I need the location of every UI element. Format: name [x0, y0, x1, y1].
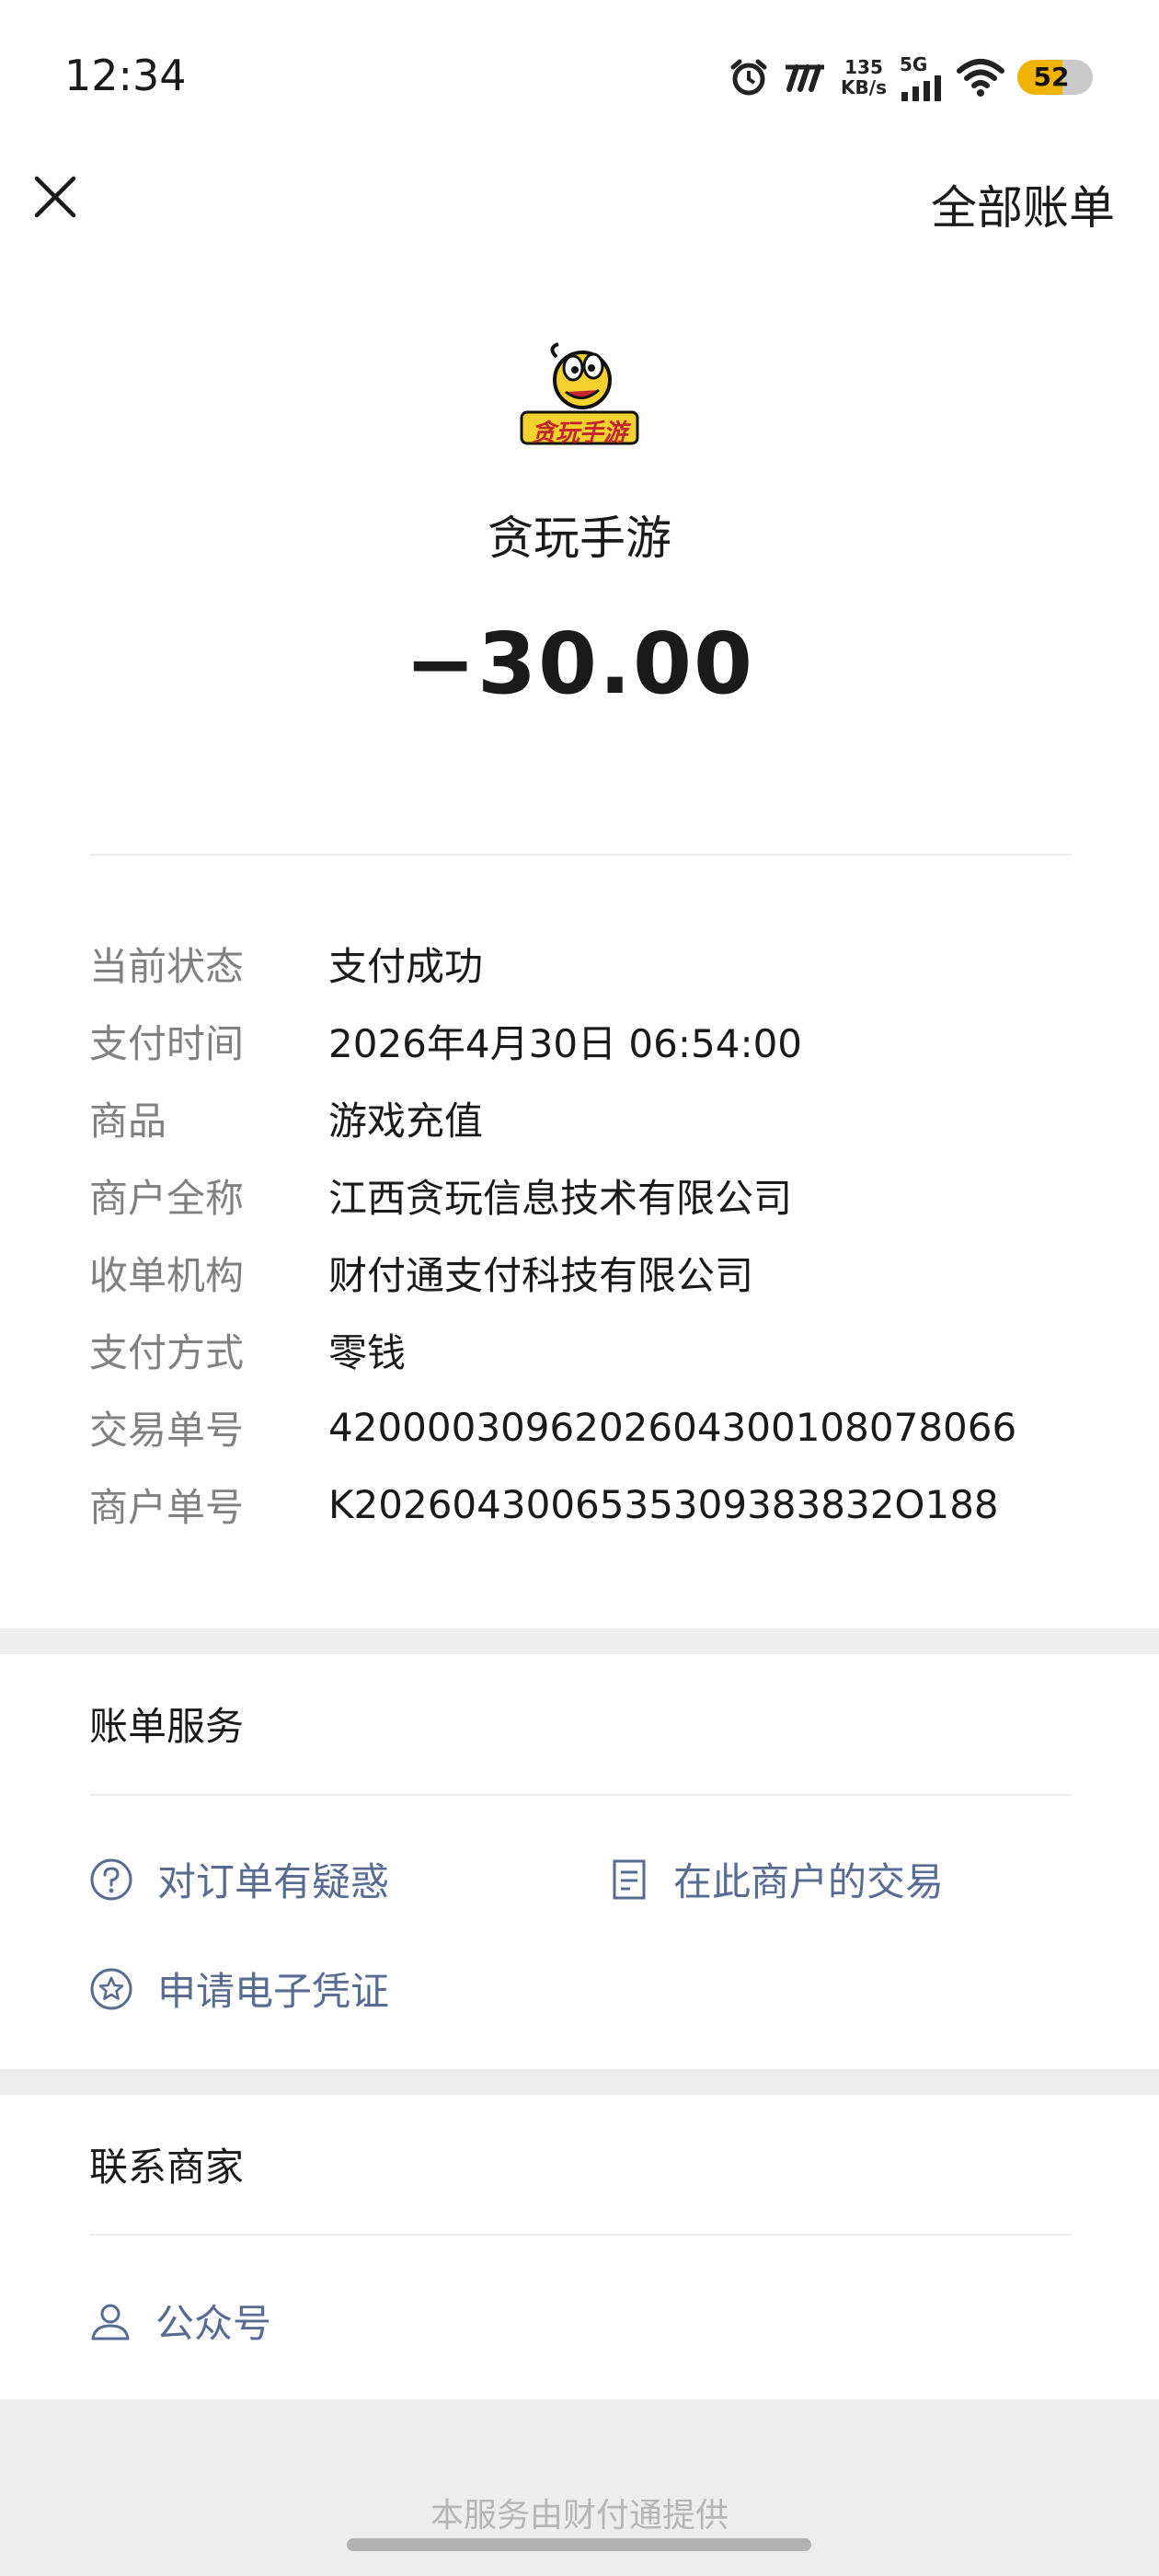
detail-value: 2026年4月30日 06:54:00: [328, 1020, 803, 1066]
divider: [89, 2234, 1072, 2236]
detail-label: 当前状态: [89, 943, 245, 989]
all-bills-link[interactable]: 全部账单: [931, 171, 1115, 237]
cellular-signal-icon: [901, 75, 941, 101]
battery-icon: 52: [1017, 60, 1093, 95]
e-receipt-label: 申请电子凭证: [157, 1969, 390, 2014]
detail-row-merchant-order-id: 商户单号 K2026043006535309383832O188: [89, 1466, 1101, 1543]
merchant-logo-text: 贪玩手游: [531, 420, 627, 447]
transaction-details: 当前状态 支付成功 支付时间 2026年4月30日 06:54:00 商品 游戏…: [89, 925, 1101, 1543]
status-time: 12:34: [64, 51, 187, 100]
section-separator: [0, 1628, 1159, 1654]
official-account-label: 公众号: [155, 2301, 272, 2346]
net-speed-unit: KB/s: [841, 76, 887, 98]
merchant-name: 贪玩手游: [488, 512, 671, 565]
e-receipt-link[interactable]: 申请电子凭证: [89, 1961, 389, 2017]
merchant-transactions-label: 在此商户的交易: [673, 1859, 945, 1904]
bill-service-title: 账单服务: [89, 1704, 245, 1749]
home-indicator[interactable]: [347, 2538, 811, 2551]
detail-label: 支付方式: [89, 1329, 245, 1375]
section-separator: [0, 2069, 1159, 2095]
person-icon: [91, 2304, 130, 2340]
detail-label: 商户单号: [89, 1484, 245, 1530]
detail-value: 4200003096202604300108078066: [328, 1404, 1017, 1450]
status-bar: 12:34 135 KB/s 5G 52: [0, 0, 1159, 156]
alarm-icon: [730, 59, 767, 96]
cellular-group: 5G: [900, 53, 944, 101]
close-icon[interactable]: [31, 173, 79, 221]
detail-row-transaction-id: 交易单号 4200003096202604300108078066: [89, 1388, 1101, 1466]
detail-label: 商品: [89, 1098, 167, 1144]
detail-label: 商户全称: [89, 1175, 245, 1221]
detail-value: 游戏充值: [328, 1098, 484, 1144]
detail-label: 交易单号: [89, 1407, 245, 1453]
detail-value: 支付成功: [328, 943, 484, 989]
question-circle-icon: [90, 1858, 132, 1900]
detail-label: 支付时间: [89, 1020, 245, 1066]
detail-row-product: 商品 游戏充值: [89, 1079, 1101, 1156]
detail-label: 收单机构: [89, 1252, 245, 1298]
net-speed: 135 KB/s: [841, 57, 887, 98]
detail-row-pay-method: 支付方式 零钱: [89, 1311, 1101, 1388]
official-account-link[interactable]: 公众号: [89, 2293, 271, 2349]
wifi-icon: [957, 59, 1004, 97]
network-type: 5G: [900, 53, 928, 75]
detail-row-merchant-name: 商户全称 江西贪玩信息技术有限公司: [89, 1156, 1101, 1234]
divider: [89, 1794, 1072, 1796]
merchant-logo: 贪玩手游: [520, 339, 639, 449]
order-question-label: 对订单有疑惑: [157, 1859, 390, 1904]
document-icon: [613, 1859, 646, 1899]
app-indicator-icon: [786, 64, 825, 92]
net-speed-value: 135: [844, 56, 883, 78]
merchant-transactions-link[interactable]: 在此商户的交易: [609, 1851, 944, 1907]
detail-row-status: 当前状态 支付成功: [89, 925, 1101, 1002]
detail-value: K2026043006535309383832O188: [328, 1481, 999, 1527]
status-icons: 135 KB/s 5G 52: [729, 53, 1093, 101]
transaction-amount: −30.00: [404, 615, 755, 713]
detail-value: 零钱: [328, 1329, 407, 1375]
star-circle-icon: [90, 1968, 132, 2009]
detail-value: 财付通支付科技有限公司: [328, 1252, 754, 1298]
order-question-link[interactable]: 对订单有疑惑: [89, 1851, 389, 1907]
battery-level: 52: [1033, 62, 1070, 92]
detail-row-acquirer: 收单机构 财付通支付科技有限公司: [89, 1234, 1101, 1311]
contact-merchant-title: 联系商家: [89, 2145, 245, 2190]
footer-note: 本服务由财付通提供: [430, 2497, 729, 2535]
detail-value: 江西贪玩信息技术有限公司: [328, 1175, 793, 1221]
divider: [89, 854, 1072, 856]
detail-row-pay-time: 支付时间 2026年4月30日 06:54:00: [89, 1002, 1101, 1079]
